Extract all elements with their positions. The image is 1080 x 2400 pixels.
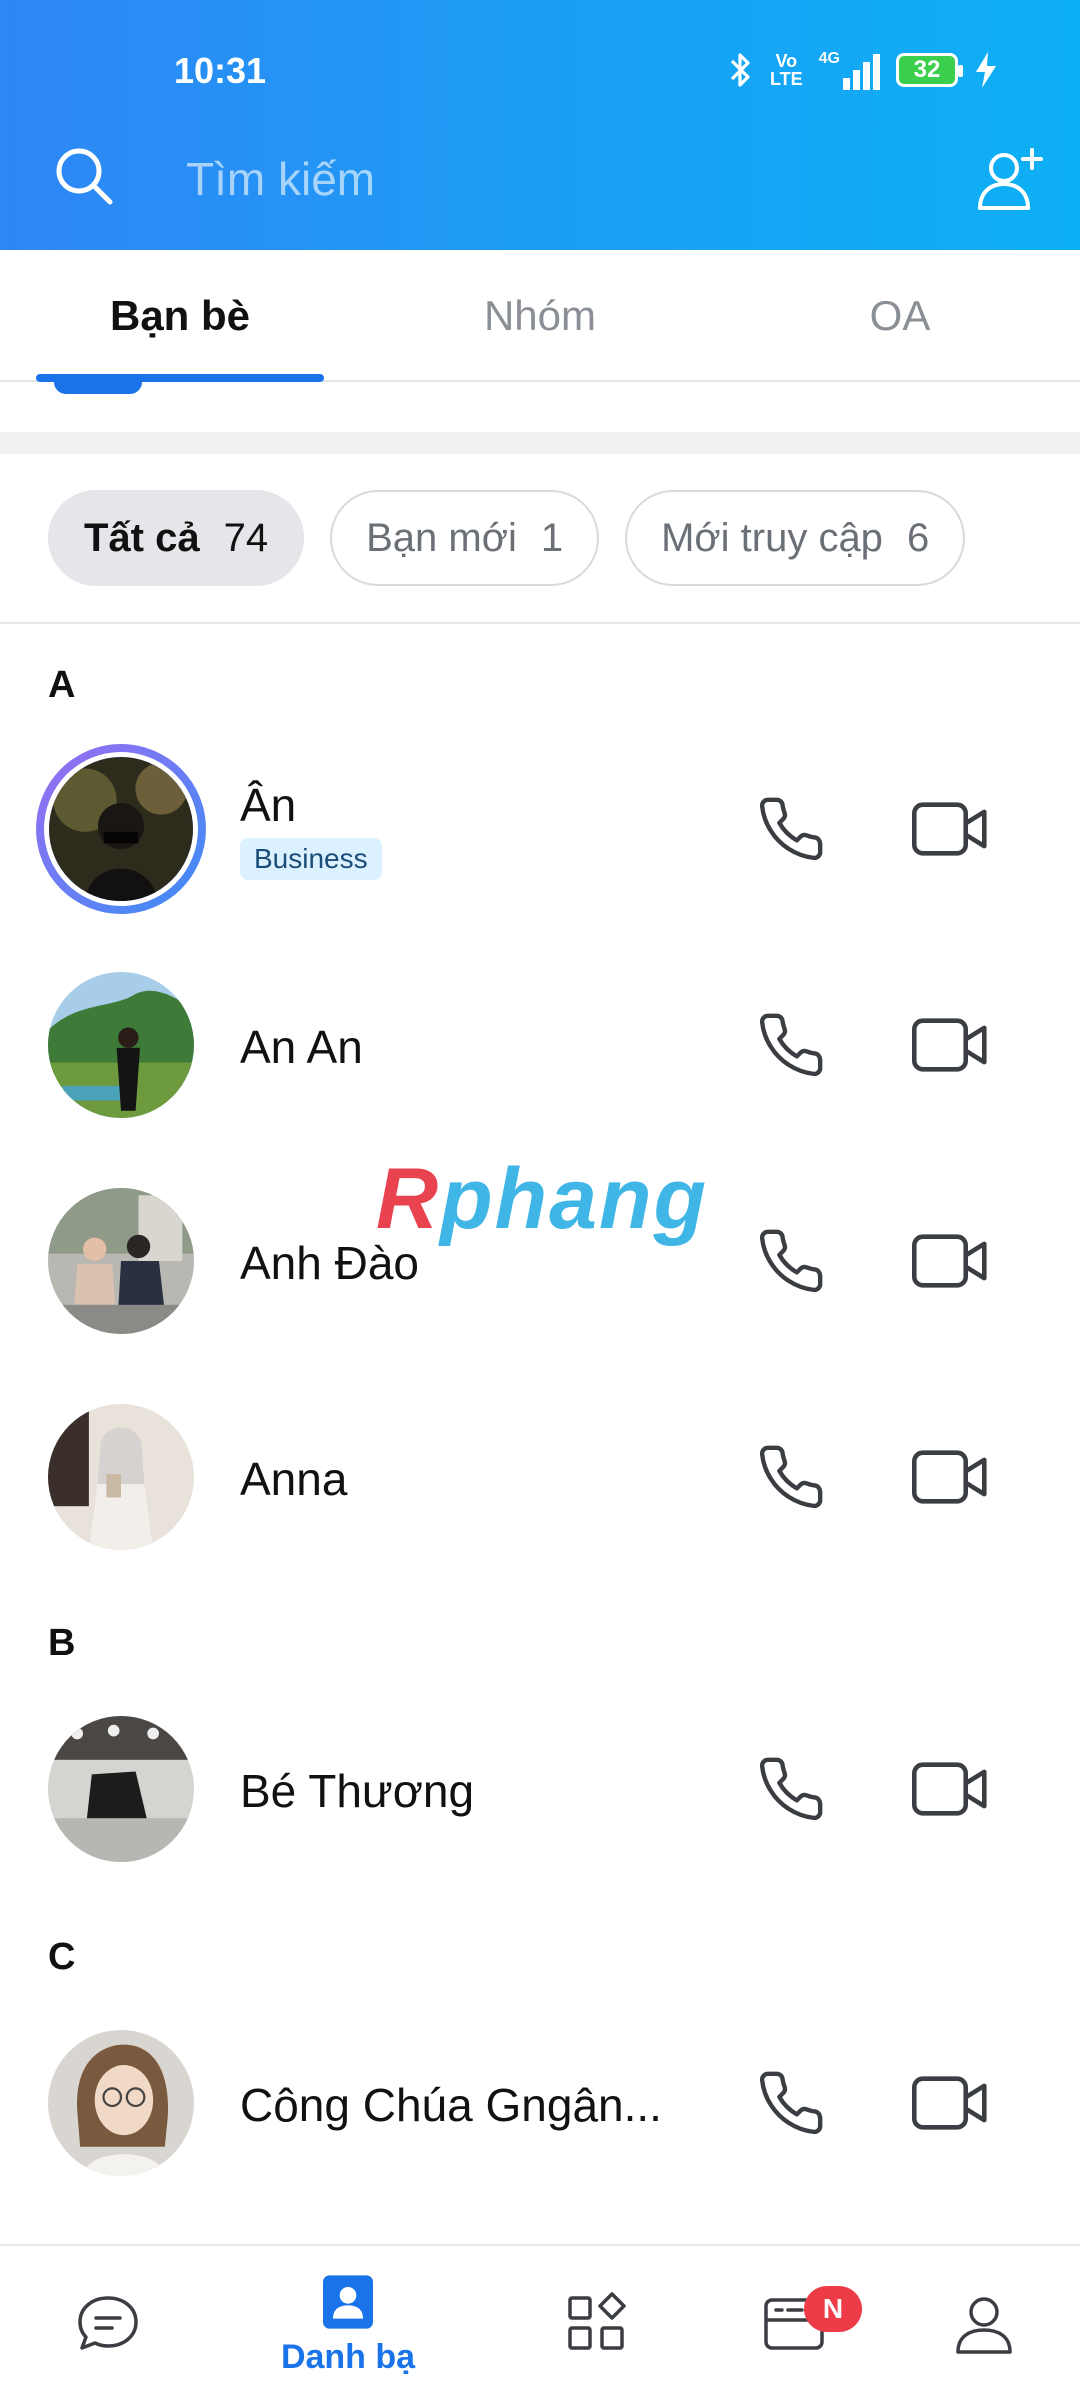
tab-indicator — [36, 374, 324, 382]
avatar[interactable] — [48, 2030, 194, 2176]
contact-row[interactable]: Ân Business — [0, 744, 1080, 914]
contact-row[interactable]: Công Chúa Gngân... — [0, 2018, 1080, 2188]
tab-groups[interactable]: Nhóm — [396, 250, 684, 382]
avatar[interactable] — [48, 1404, 194, 1550]
filter-chip-all[interactable]: Tất cả 74 — [48, 490, 305, 586]
profile-icon — [956, 2297, 1012, 2354]
status-time: 10:31 — [174, 50, 267, 91]
watermark-logo: Rphang — [376, 1151, 709, 1247]
nav-discover[interactable] — [490, 2246, 706, 2400]
video-call-icon[interactable] — [910, 1226, 990, 1296]
status-icons: Vo LTE 4G 32 — [728, 46, 998, 94]
video-call-icon[interactable] — [910, 794, 990, 864]
nav-messages[interactable] — [0, 2246, 216, 2400]
chat-bubble-icon — [78, 2296, 138, 2350]
scrolled-content-edge — [54, 382, 142, 394]
divider — [0, 622, 1080, 624]
header-bar: 10:31 Vo LTE 4G 32 Tìm kiếm — [0, 0, 1080, 250]
contact-name: Bé Thương — [240, 1765, 475, 1817]
contact-name: Anna — [240, 1453, 348, 1505]
phone-icon[interactable] — [756, 794, 826, 864]
nav-profile[interactable] — [876, 2246, 1080, 2400]
section-header-c: C — [48, 1936, 76, 1978]
video-call-icon[interactable] — [910, 1010, 990, 1080]
contact-row[interactable]: Bé Thương — [0, 1704, 1080, 1874]
contacts-icon — [323, 2274, 373, 2329]
signal-icon: 4G — [819, 50, 880, 90]
contact-name: Ân — [240, 779, 297, 831]
avatar[interactable] — [48, 972, 194, 1118]
contact-name: Công Chúa Gngân... — [240, 2079, 662, 2131]
phone-icon[interactable] — [756, 1226, 826, 1296]
charging-icon — [976, 52, 996, 88]
contact-row[interactable]: An An — [0, 960, 1080, 1130]
section-header-b: B — [48, 1622, 76, 1664]
phone-icon[interactable] — [756, 1754, 826, 1824]
section-divider — [0, 432, 1080, 454]
video-call-icon[interactable] — [910, 2068, 990, 2138]
bluetooth-icon — [730, 53, 750, 87]
battery-icon: 32 — [896, 53, 963, 87]
video-call-icon[interactable] — [910, 1754, 990, 1824]
filter-chip-new-friends[interactable]: Bạn mới 1 — [330, 490, 600, 586]
contact-name: An An — [240, 1021, 363, 1073]
avatar[interactable] — [36, 744, 206, 914]
filter-chips: Tất cả 74 Bạn mới 1 Mới truy cập 6 — [48, 490, 966, 586]
filter-chip-recently-active[interactable]: Mới truy cập 6 — [625, 490, 966, 586]
nav-contacts-label: Danh bạ — [280, 2337, 416, 2376]
nav-timeline[interactable]: N — [686, 2246, 902, 2400]
section-header-a: A — [48, 664, 76, 706]
avatar[interactable] — [48, 1716, 194, 1862]
video-call-icon[interactable] — [910, 1442, 990, 1512]
search-icon[interactable] — [52, 144, 116, 208]
tab-oa[interactable]: OA — [756, 250, 1044, 382]
contact-tabs: Bạn bè Nhóm OA — [0, 250, 1080, 382]
bottom-navigation: Danh bạ N — [0, 2244, 1080, 2400]
volte-indicator: Vo LTE — [769, 51, 803, 89]
business-badge: Business — [240, 838, 382, 880]
phone-icon[interactable] — [756, 2068, 826, 2138]
news-badge: N — [804, 2286, 862, 2332]
phone-icon[interactable] — [756, 1010, 826, 1080]
contact-row[interactable]: Anna — [0, 1392, 1080, 1562]
search-input[interactable]: Tìm kiếm — [186, 152, 375, 206]
add-friend-icon[interactable] — [976, 146, 1046, 212]
phone-icon[interactable] — [756, 1442, 826, 1512]
avatar[interactable] — [48, 1188, 194, 1334]
apps-grid-icon — [568, 2292, 626, 2350]
nav-contacts[interactable]: Danh bạ — [240, 2246, 456, 2400]
tab-friends[interactable]: Bạn bè — [36, 250, 324, 382]
